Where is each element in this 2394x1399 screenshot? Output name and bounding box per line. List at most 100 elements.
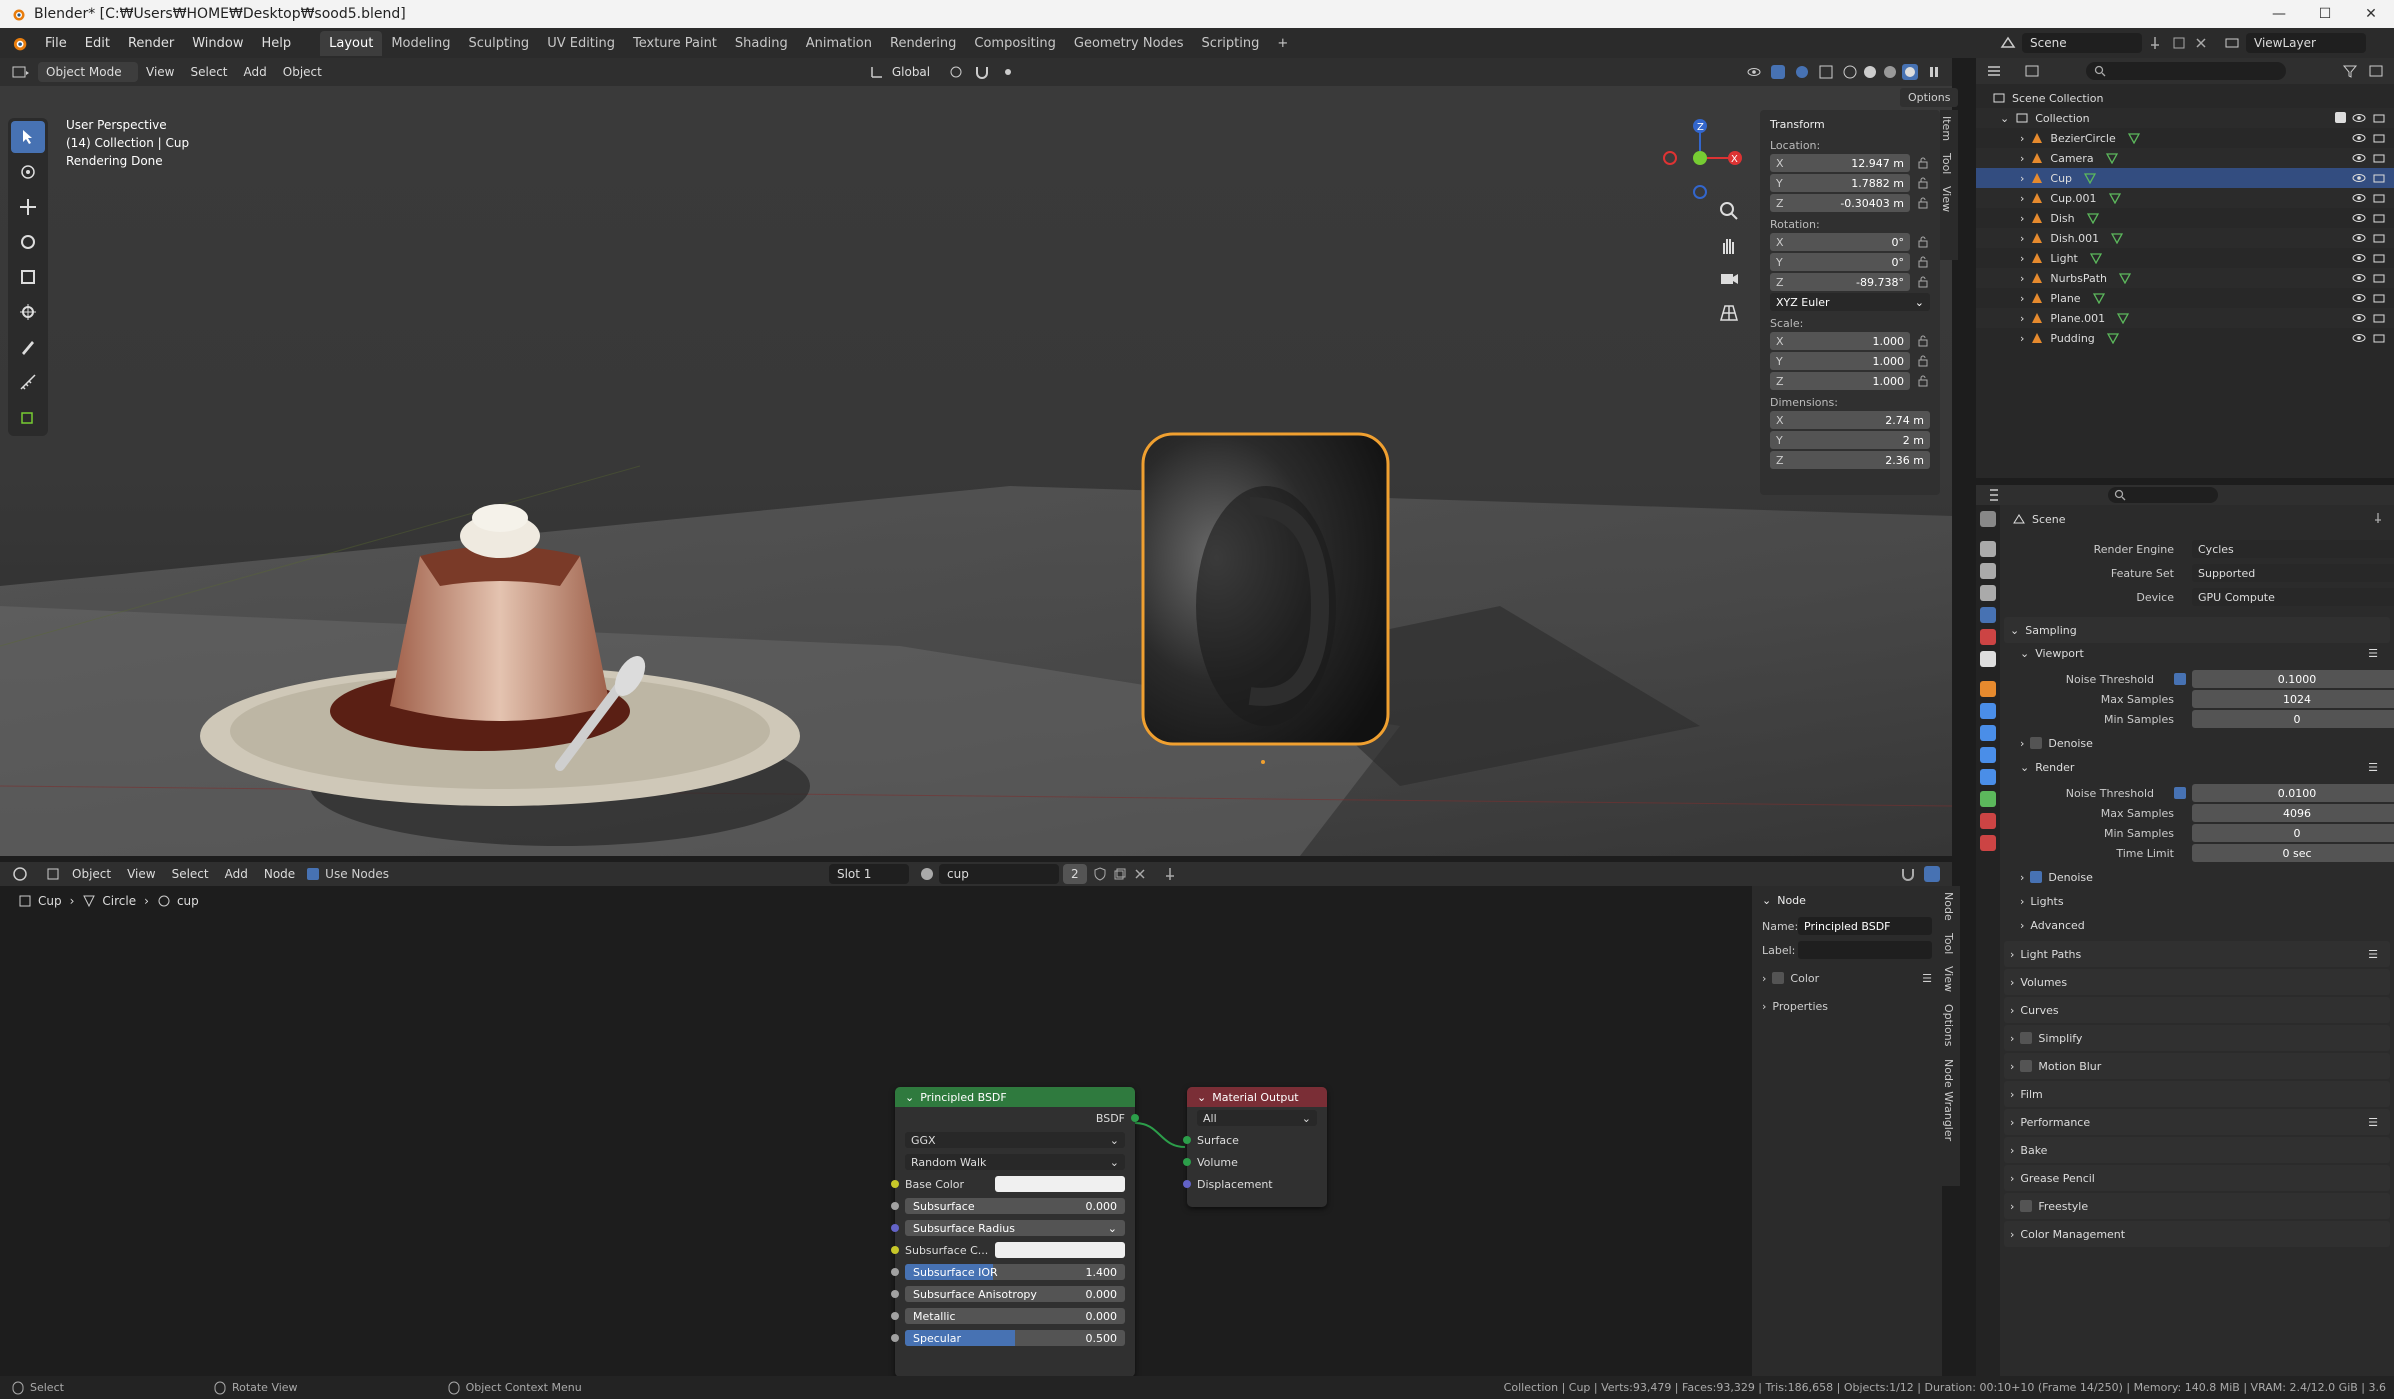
tab-rendering[interactable]: Rendering [881,31,965,56]
render-camera-icon[interactable] [2372,151,2386,165]
snap-node-icon[interactable] [1900,866,1916,882]
output-tab-icon[interactable] [1980,563,1996,579]
pin-icon[interactable] [2372,512,2384,524]
view-layer-tab-icon[interactable] [1980,585,1996,601]
chevron-right-icon[interactable]: › [2020,152,2024,165]
chevron-right-icon[interactable]: › [2020,272,2024,285]
object-data-icon[interactable] [2117,312,2130,324]
base-color-socket[interactable] [891,1180,899,1188]
subsurface-anisotropy-socket[interactable] [891,1290,899,1298]
eye-icon[interactable] [2352,271,2366,285]
close-button[interactable]: ✕ [2348,6,2394,22]
snap-icon[interactable] [974,64,990,80]
subsurface-radius-socket[interactable] [891,1224,899,1232]
chevron-right-icon[interactable]: › [1762,1000,1766,1013]
lock-icon[interactable] [1916,374,1930,388]
menu-help[interactable]: Help [253,36,301,51]
maximize-button[interactable]: ☐ [2302,6,2348,22]
node-label-field[interactable] [1798,941,1932,959]
tab-geometry-nodes[interactable]: Geometry Nodes [1065,31,1193,56]
list-icon[interactable]: ☰ [1922,972,1932,985]
material-output-node[interactable]: ⌄ Material Output All ⌄ Surface Volume Dis… [1183,1087,1327,1207]
world-tab-icon[interactable] [1980,629,1996,645]
zoom-icon[interactable] [1718,200,1740,222]
node-tab-options[interactable]: Options [1942,998,1955,1052]
sidebar-tab-tool[interactable]: Tool [1940,147,1953,180]
subsurface-field[interactable]: Subsurface 0.000 [905,1198,1125,1214]
mode-selector[interactable]: Object Mode [38,62,138,82]
list-icon[interactable]: ☰ [2368,948,2378,961]
select-box-tool[interactable] [11,121,45,153]
menu-edit[interactable]: Edit [76,36,119,51]
object-data-icon[interactable] [2086,212,2099,224]
lock-icon[interactable] [1916,334,1930,348]
modifier-tab-icon[interactable] [1980,703,1996,719]
surface-socket[interactable] [1183,1136,1191,1144]
metallic-socket[interactable] [891,1312,899,1320]
viewport-menu-object[interactable]: Object [275,63,330,81]
node-menu-add[interactable]: Add [217,865,256,883]
eye-icon[interactable] [2352,111,2366,125]
object-data-icon[interactable] [2111,232,2124,244]
render-camera-icon[interactable] [2372,311,2386,325]
render-camera-icon[interactable] [2372,171,2386,185]
menu-render[interactable]: Render [119,36,183,51]
lock-icon[interactable] [1916,176,1930,190]
subsurface-ior-socket[interactable] [891,1268,899,1276]
output-target-dropdown[interactable]: All ⌄ [1197,1110,1317,1126]
list-icon[interactable]: ☰ [2368,647,2378,660]
device-dropdown[interactable]: GPU Compute⌄ [2192,588,2394,606]
scale-x-field[interactable]: X 1.000 [1770,332,1910,350]
location-x-field[interactable]: X 12.947 m [1770,154,1910,172]
object-data-icon[interactable] [2108,192,2121,204]
render-camera-icon[interactable] [2372,331,2386,345]
chevron-right-icon[interactable]: › [2020,232,2024,245]
data-tab-icon[interactable] [1980,791,1996,807]
pin-node-tree-icon[interactable] [1163,867,1177,881]
display-mode-icon[interactable] [2024,63,2040,79]
chevron-right-icon[interactable]: › [2020,212,2024,225]
grease-pencil-panel-header[interactable]: › Grease Pencil [2004,1165,2390,1191]
eye-icon[interactable] [2352,251,2366,265]
node-menu-node[interactable]: Node [256,865,303,883]
move-tool[interactable] [11,191,45,223]
render-camera-icon[interactable] [2372,111,2386,125]
eye-icon[interactable] [2352,191,2366,205]
outliner-item-dish[interactable]: › Dish [1976,208,2394,228]
subsurface-ior-field[interactable]: Subsurface IOR 1.400 [905,1264,1125,1280]
grid-perspective-icon[interactable] [1718,302,1740,324]
gizmo-toggle-icon[interactable] [1770,64,1786,80]
time-limit-field[interactable]: 0 sec [2192,844,2394,862]
render-noise-threshold-field[interactable]: 0.0100 [2192,784,2394,802]
render-camera-icon[interactable] [2372,291,2386,305]
collection-tab-icon[interactable] [1980,651,1996,667]
sidebar-tab-item[interactable]: Item [1940,110,1953,147]
rotation-z-field[interactable]: Z -89.738° [1770,273,1910,291]
chevron-right-icon[interactable]: › [2020,132,2024,145]
dimensions-z-field[interactable]: Z 2.36 m [1770,451,1930,469]
3d-viewport[interactable]: X Z [0,86,1952,856]
tab-layout[interactable]: Layout [320,30,383,56]
dimensions-x-field[interactable]: X 2.74 m [1770,411,1930,429]
object-data-icon[interactable] [2105,152,2118,164]
material-name-field[interactable]: cup [938,864,1059,884]
outliner-search-input[interactable] [2086,62,2286,80]
outliner-item-plane-001[interactable]: › Plane.001 [1976,308,2394,328]
outliner-item-cup[interactable]: › Cup [1976,168,2394,188]
eye-icon[interactable] [2352,331,2366,345]
material-output-header[interactable]: ⌄ Material Output [1187,1087,1327,1107]
vp-noise-threshold-checkbox[interactable] [2174,673,2186,685]
material-browse-icon[interactable] [919,866,935,882]
node-overlay-icon[interactable] [1924,866,1940,882]
rotation-y-field[interactable]: Y 0° [1770,253,1910,271]
menu-file[interactable]: File [36,36,76,51]
eye-icon[interactable] [2352,311,2366,325]
node-name-field[interactable]: Principled BSDF [1798,917,1932,935]
node-menu-view[interactable]: View [119,865,163,883]
base-color-color-swatch[interactable] [995,1176,1125,1192]
scene-collection-row[interactable]: Scene Collection [1976,88,2394,108]
material-slot-selector[interactable]: Slot 1 [828,864,909,884]
viewport-menu-select[interactable]: Select [182,63,235,81]
subsurface-radius-dropdown[interactable]: Subsurface Radius ⌄ [905,1220,1125,1236]
dimensions-y-field[interactable]: Y2 m [1770,431,1930,449]
